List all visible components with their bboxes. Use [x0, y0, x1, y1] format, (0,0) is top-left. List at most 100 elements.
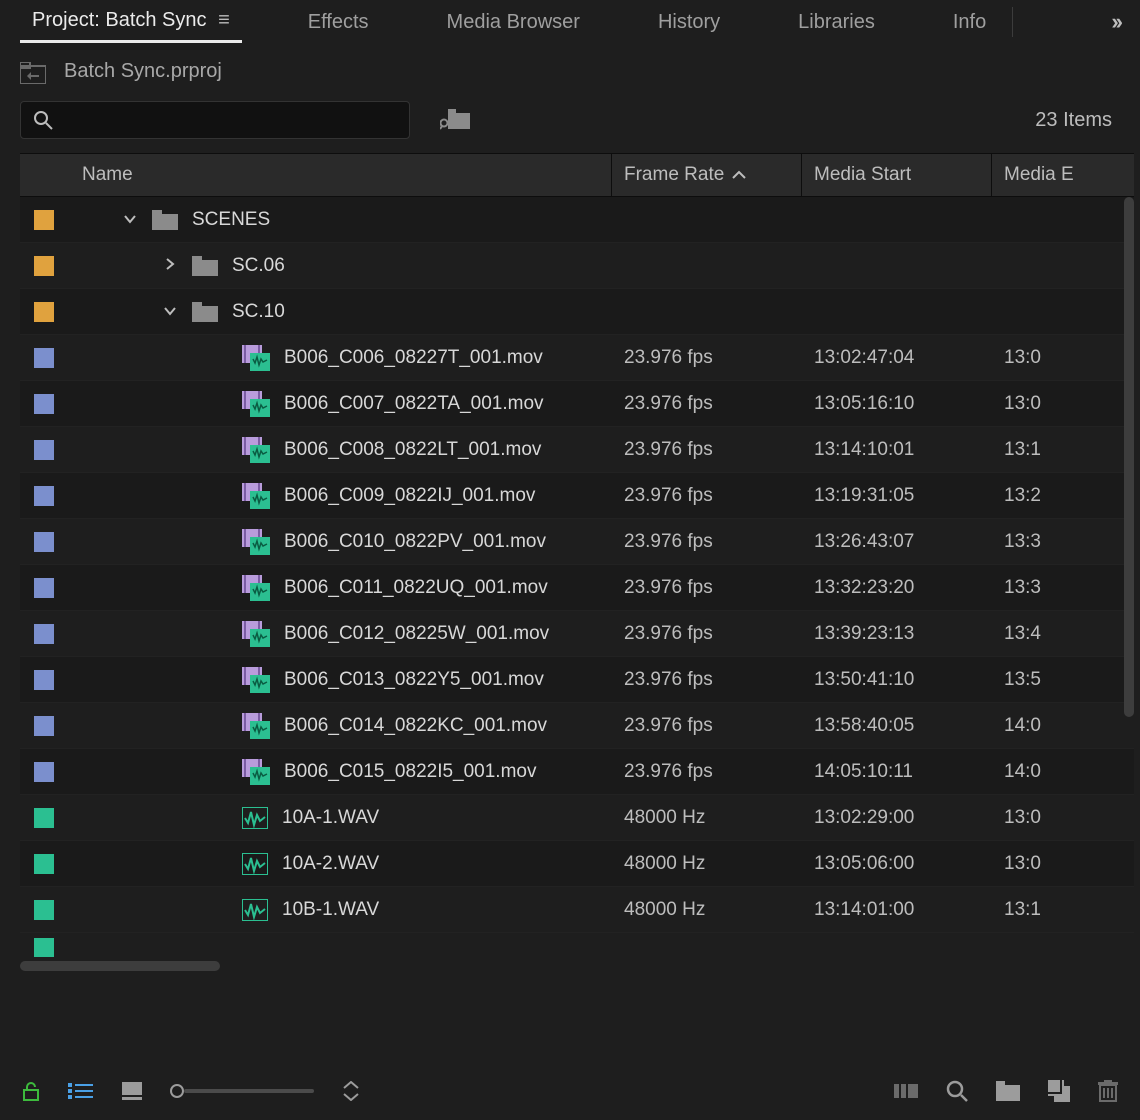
label-chip[interactable] — [34, 532, 54, 552]
bin-icon — [152, 210, 178, 230]
label-chip[interactable] — [34, 302, 54, 322]
table-row[interactable] — [20, 933, 1134, 957]
find-icon[interactable] — [946, 1080, 968, 1102]
media-start-cell: 13:58:40:05 — [802, 715, 992, 737]
table-row[interactable]: SC.06 — [20, 243, 1134, 289]
freeform-view-icon[interactable] — [894, 1082, 918, 1100]
sort-icon[interactable] — [342, 1081, 360, 1101]
tab-effects[interactable]: Effects — [296, 3, 381, 42]
table-row[interactable]: B006_C014_0822KC_001.mov23.976 fps13:58:… — [20, 703, 1134, 749]
label-chip[interactable] — [34, 210, 54, 230]
frame-rate-cell: 23.976 fps — [612, 715, 802, 737]
table-header: Name Frame Rate Media Start Media E — [20, 153, 1134, 197]
table-row[interactable]: B006_C015_0822I5_001.mov23.976 fps14:05:… — [20, 749, 1134, 795]
panel-tabs: Project: Batch Sync ≡ Effects Media Brow… — [0, 0, 1140, 44]
table-row[interactable]: SCENES — [20, 197, 1134, 243]
video-clip-icon — [242, 483, 270, 509]
media-start-cell: 13:02:47:04 — [802, 347, 992, 369]
col-name-header[interactable]: Name — [72, 154, 612, 196]
chevron-down-icon[interactable] — [122, 211, 138, 229]
delete-icon[interactable] — [1098, 1080, 1118, 1102]
label-chip[interactable] — [34, 394, 54, 414]
chevron-right-icon[interactable] — [162, 257, 178, 275]
search-bin-icon[interactable] — [440, 109, 470, 131]
label-chip[interactable] — [34, 624, 54, 644]
lock-icon[interactable] — [22, 1081, 40, 1101]
media-end-cell: 13:4 — [992, 623, 1092, 645]
frame-rate-cell: 23.976 fps — [612, 623, 802, 645]
video-clip-icon — [242, 345, 270, 371]
label-chip[interactable] — [34, 808, 54, 828]
search-input[interactable] — [20, 101, 410, 139]
search-text[interactable] — [63, 111, 397, 129]
audio-clip-icon — [242, 807, 268, 829]
media-start-cell: 13:14:10:01 — [802, 439, 992, 461]
tab-media-browser[interactable]: Media Browser — [435, 3, 592, 42]
tab-divider — [1012, 7, 1013, 37]
table-row[interactable]: B006_C011_0822UQ_001.mov23.976 fps13:32:… — [20, 565, 1134, 611]
new-bin-icon[interactable] — [996, 1081, 1020, 1101]
horizontal-scrollbar-track[interactable] — [20, 961, 1120, 975]
video-clip-icon — [242, 391, 270, 417]
horizontal-scrollbar[interactable] — [20, 961, 220, 971]
chevron-down-icon[interactable] — [162, 303, 178, 321]
zoom-slider[interactable] — [170, 1084, 314, 1098]
tab-info[interactable]: Info — [941, 3, 998, 42]
label-chip[interactable] — [34, 854, 54, 874]
project-table: Name Frame Rate Media Start Media E SCEN… — [20, 153, 1134, 957]
table-row[interactable]: B006_C013_0822Y5_001.mov23.976 fps13:50:… — [20, 657, 1134, 703]
item-name: B006_C010_0822PV_001.mov — [284, 531, 546, 553]
media-start-cell: 13:05:16:10 — [802, 393, 992, 415]
table-row[interactable]: 10A-1.WAV48000 Hz13:02:29:0013:0 — [20, 795, 1134, 841]
item-name: B006_C007_0822TA_001.mov — [284, 393, 544, 415]
media-start-cell: 14:05:10:11 — [802, 761, 992, 783]
table-row[interactable]: B006_C006_08227T_001.mov23.976 fps13:02:… — [20, 335, 1134, 381]
tab-libraries[interactable]: Libraries — [786, 3, 887, 42]
item-name: 10B-1.WAV — [282, 899, 379, 921]
list-view-icon[interactable] — [68, 1082, 94, 1100]
icon-view-icon[interactable] — [122, 1082, 142, 1100]
overflow-icon[interactable]: ›› — [1111, 9, 1120, 35]
video-clip-icon — [242, 529, 270, 555]
table-row[interactable]: B006_C012_08225W_001.mov23.976 fps13:39:… — [20, 611, 1134, 657]
label-chip[interactable] — [34, 440, 54, 460]
table-row[interactable]: B006_C008_0822LT_001.mov23.976 fps13:14:… — [20, 427, 1134, 473]
col-frame-rate-header[interactable]: Frame Rate — [612, 154, 802, 196]
table-row[interactable]: B006_C010_0822PV_001.mov23.976 fps13:26:… — [20, 519, 1134, 565]
zoom-knob[interactable] — [170, 1084, 184, 1098]
col-media-end-header[interactable]: Media E — [992, 154, 1092, 196]
table-row[interactable]: 10A-2.WAV48000 Hz13:05:06:0013:0 — [20, 841, 1134, 887]
frame-rate-cell: 23.976 fps — [612, 439, 802, 461]
video-clip-icon — [242, 575, 270, 601]
label-chip[interactable] — [34, 578, 54, 598]
label-chip[interactable] — [34, 348, 54, 368]
label-chip[interactable] — [34, 670, 54, 690]
label-chip[interactable] — [34, 938, 54, 958]
project-filename: Batch Sync.prproj — [64, 60, 222, 83]
name-cell: B006_C009_0822IJ_001.mov — [64, 483, 612, 509]
tab-history[interactable]: History — [646, 3, 732, 42]
media-start-cell: 13:39:23:13 — [802, 623, 992, 645]
name-cell: B006_C010_0822PV_001.mov — [64, 529, 612, 555]
tab-project[interactable]: Project: Batch Sync ≡ — [20, 1, 242, 43]
item-name: SC.10 — [232, 301, 285, 323]
table-row[interactable]: B006_C007_0822TA_001.mov 23.976 fps13:05:… — [20, 381, 1134, 427]
items-count: 23 Items — [1035, 109, 1120, 132]
nav-up-icon[interactable] — [20, 62, 44, 82]
panel-menu-icon[interactable]: ≡ — [218, 9, 230, 31]
frame-rate-cell: 23.976 fps — [612, 393, 802, 415]
name-cell: 10A-2.WAV — [64, 853, 612, 875]
new-item-icon[interactable] — [1048, 1080, 1070, 1102]
table-row[interactable]: B006_C009_0822IJ_001.mov23.976 fps13:19:… — [20, 473, 1134, 519]
vertical-scrollbar[interactable] — [1124, 197, 1134, 717]
label-chip[interactable] — [34, 486, 54, 506]
label-chip[interactable] — [34, 716, 54, 736]
media-end-cell: 13:2 — [992, 485, 1092, 507]
col-media-start-header[interactable]: Media Start — [802, 154, 992, 196]
sort-asc-icon — [732, 167, 746, 183]
table-row[interactable]: 10B-1.WAV48000 Hz13:14:01:0013:1 — [20, 887, 1134, 933]
label-chip[interactable] — [34, 762, 54, 782]
label-chip[interactable] — [34, 256, 54, 276]
table-row[interactable]: SC.10 — [20, 289, 1134, 335]
label-chip[interactable] — [34, 900, 54, 920]
